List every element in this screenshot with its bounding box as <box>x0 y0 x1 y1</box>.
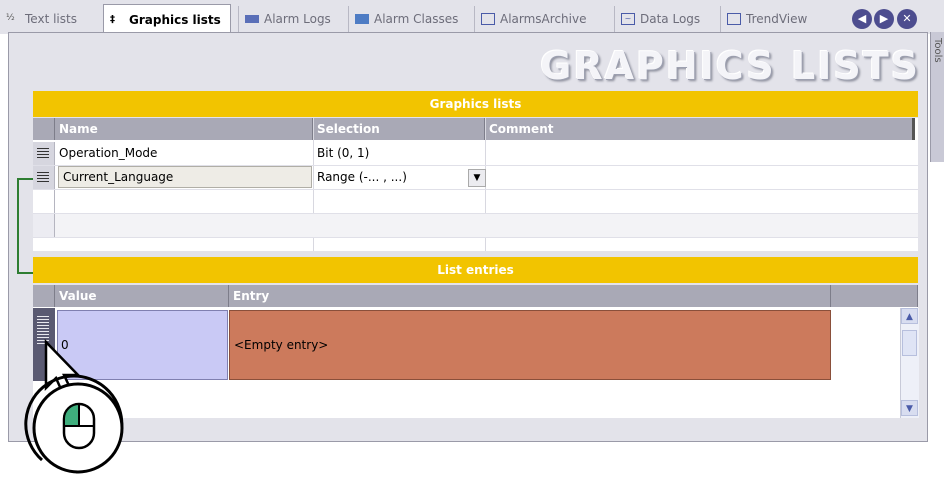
scroll-thumb[interactable] <box>902 330 917 356</box>
tab-data-logs[interactable]: ~ Data Logs <box>614 6 714 32</box>
tab-strip: ½ Text lists ‡ Graphics lists Alarm Logs… <box>0 0 944 34</box>
scroll-down-button[interactable]: ▼ <box>901 400 918 416</box>
row-selector[interactable] <box>33 142 55 165</box>
column-header-comment[interactable]: Comment <box>485 118 915 140</box>
close-tab-button[interactable]: ✕ <box>897 9 917 29</box>
cell-selection[interactable]: Range (-... , ...) <box>313 166 485 189</box>
cell-comment[interactable] <box>485 166 915 189</box>
tab-label: Alarm Classes <box>374 12 459 26</box>
table-row <box>33 190 918 214</box>
mouse-click-indicator <box>24 338 124 474</box>
cell-name[interactable]: Current_Language <box>58 166 312 188</box>
mouse-icon <box>62 402 96 450</box>
relation-bracket <box>17 178 33 274</box>
column-header-value[interactable]: Value <box>55 285 229 307</box>
cell-name[interactable]: Operation_Mode <box>55 142 313 165</box>
side-panel-tab[interactable]: Tools <box>930 32 944 162</box>
window-icon <box>727 13 741 25</box>
select-all-header[interactable] <box>33 118 55 140</box>
tab-alarm-logs[interactable]: Alarm Logs <box>238 6 342 32</box>
next-tab-button[interactable]: ▶ <box>874 9 894 29</box>
tab-label: Alarm Logs <box>264 12 331 26</box>
row-selector[interactable] <box>33 166 55 189</box>
tab-graphics-lists[interactable]: ‡ Graphics lists <box>103 4 231 34</box>
table-row[interactable]: Current_Language Range (-... , ...) ▼ <box>33 166 918 190</box>
alarm-logs-icon <box>245 15 259 23</box>
alarm-classes-icon <box>355 14 369 24</box>
cell-entry[interactable]: <Empty entry> <box>229 310 831 380</box>
cell-comment[interactable] <box>485 142 915 165</box>
page-title: GRAPHICS LISTS <box>540 44 920 88</box>
column-header-selection[interactable]: Selection <box>313 118 485 140</box>
selection-dropdown-button[interactable]: ▼ <box>468 169 486 187</box>
tab-trendview[interactable]: TrendView <box>720 6 824 32</box>
vertical-scrollbar[interactable]: ▲ ▼ <box>900 308 919 418</box>
tab-label: Data Logs <box>640 12 701 26</box>
column-header-extra <box>831 285 918 307</box>
tab-label: Graphics lists <box>129 12 221 27</box>
graphics-lists-icon: ‡ <box>110 13 115 25</box>
side-panel-label: Tools <box>932 38 943 63</box>
scroll-up-button[interactable]: ▲ <box>901 308 918 324</box>
row-icon <box>37 148 49 158</box>
row-selector <box>33 190 55 213</box>
tab-label: AlarmsArchive <box>500 12 587 26</box>
row-icon <box>37 172 49 182</box>
select-all-header[interactable] <box>33 285 55 307</box>
list-entries-table: Value Entry 0 <Empty entry> ▲ ▼ <box>33 285 919 418</box>
table-row <box>33 214 918 238</box>
data-logs-icon: ~ <box>621 13 635 25</box>
graphics-lists-header: Graphics lists <box>33 91 918 117</box>
column-header-name[interactable]: Name <box>55 118 313 140</box>
cell-selection[interactable]: Bit (0, 1) <box>313 142 485 165</box>
graphics-lists-table: Name Selection Comment Operation_Mode Bi… <box>33 118 918 251</box>
tab-alarms-archive[interactable]: AlarmsArchive <box>474 6 608 32</box>
tab-text-lists[interactable]: ½ Text lists <box>0 6 98 32</box>
list-entries-header: List entries <box>33 257 918 283</box>
table-row[interactable]: Operation_Mode Bit (0, 1) <box>33 142 918 166</box>
window-icon <box>481 13 495 25</box>
column-header-entry[interactable]: Entry <box>229 285 831 307</box>
tab-alarm-classes[interactable]: Alarm Classes <box>348 6 468 32</box>
row-selector <box>33 214 55 237</box>
prev-tab-button[interactable]: ◀ <box>852 9 872 29</box>
tab-label: Text lists <box>25 12 77 26</box>
tab-label: TrendView <box>746 12 808 26</box>
text-lists-icon: ½ <box>6 13 15 23</box>
